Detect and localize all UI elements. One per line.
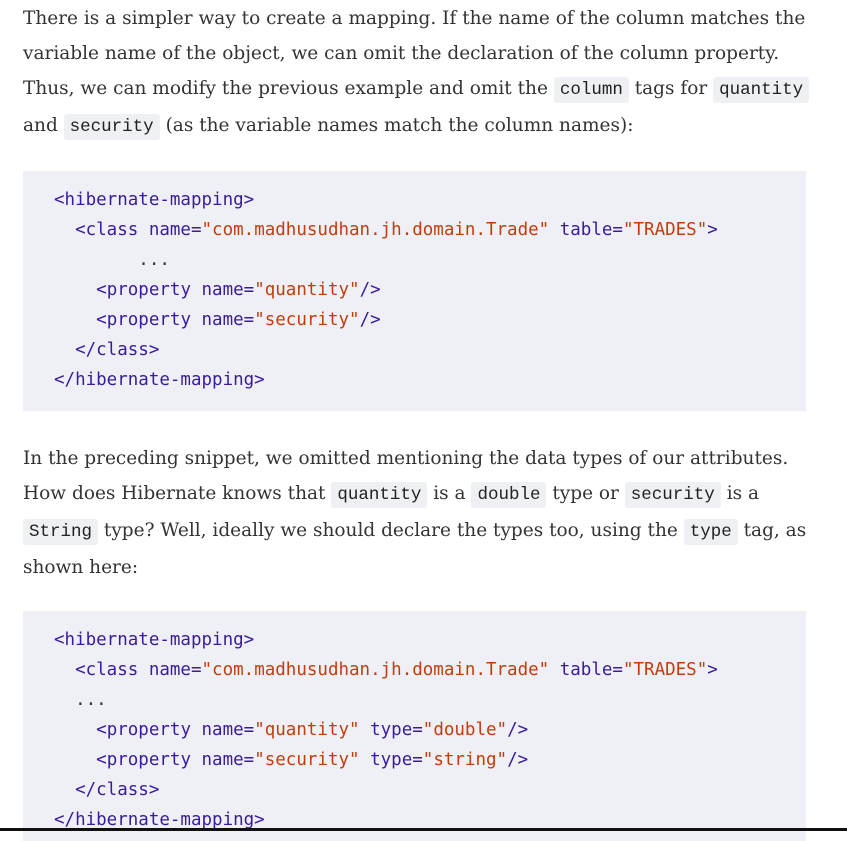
code-tag: <hibernate-mapping> xyxy=(54,630,255,650)
code-line: ... xyxy=(54,685,806,715)
code-line: <property name="quantity"/> xyxy=(54,275,806,305)
code-line: <property name="quantity" type="double"/… xyxy=(54,715,806,745)
code-string: "com.madhusudhan.jh.domain.Trade" xyxy=(201,220,550,240)
paragraph-text: tags for xyxy=(628,78,714,99)
inline-code: double xyxy=(471,482,547,508)
code-tag: <property name= xyxy=(96,720,255,740)
inline-code: security xyxy=(63,114,160,140)
code-line: <property name="security"/> xyxy=(54,305,806,335)
code-text: ... xyxy=(54,690,107,710)
code-tag: <property name= xyxy=(96,750,255,770)
code-string: "double" xyxy=(422,720,508,740)
paragraph-data-types: In the preceding snippet, we omitted men… xyxy=(23,441,823,585)
code-line: </class> xyxy=(54,775,806,805)
inline-code: quantity xyxy=(331,482,428,508)
inline-code: type xyxy=(683,519,738,545)
code-tag: <property name= xyxy=(96,280,255,300)
paragraph-simpler-mapping: There is a simpler way to create a mappi… xyxy=(23,1,823,145)
code-line: <hibernate-mapping> xyxy=(54,625,806,655)
code-tag: <class name= xyxy=(75,220,202,240)
paragraph-text: is a xyxy=(720,483,760,504)
inline-code: security xyxy=(624,482,721,508)
code-block-mapping-with-types: <hibernate-mapping> <class name="com.mad… xyxy=(23,611,806,841)
code-tag: type= xyxy=(359,750,423,770)
code-tag: </hibernate-mapping> xyxy=(54,370,265,390)
code-block-mapping-without-columns: <hibernate-mapping> <class name="com.mad… xyxy=(23,171,806,411)
code-tag: </class> xyxy=(75,340,160,360)
inline-code: column xyxy=(553,77,629,103)
paragraph-text: (as the variable names match the column … xyxy=(159,115,634,136)
code-line: <property name="security" type="string"/… xyxy=(54,745,806,775)
code-tag: <property name= xyxy=(96,310,255,330)
paragraph-text: and xyxy=(23,115,64,136)
code-tag: table= xyxy=(549,660,623,680)
code-line: <class name="com.madhusudhan.jh.domain.T… xyxy=(54,655,806,685)
code-line: </class> xyxy=(54,335,806,365)
code-tag: > xyxy=(707,220,718,240)
code-tag: </class> xyxy=(75,780,160,800)
code-string: "TRADES" xyxy=(622,660,708,680)
code-tag: > xyxy=(707,660,718,680)
code-tag: <hibernate-mapping> xyxy=(54,190,255,210)
code-string: "quantity" xyxy=(254,280,360,300)
code-line: </hibernate-mapping> xyxy=(54,365,806,395)
code-tag: /> xyxy=(507,750,529,770)
code-string: "com.madhusudhan.jh.domain.Trade" xyxy=(201,660,550,680)
code-string: "quantity" xyxy=(254,720,360,740)
code-tag: table= xyxy=(549,220,623,240)
paragraph-text: type? Well, ideally we should declare th… xyxy=(98,520,684,541)
paragraph-text: is a xyxy=(427,483,472,504)
code-string: "security" xyxy=(254,310,360,330)
code-text: ... xyxy=(54,250,170,270)
code-line: <hibernate-mapping> xyxy=(54,185,806,215)
code-tag: <class name= xyxy=(75,660,202,680)
code-string: "TRADES" xyxy=(622,220,708,240)
code-tag: </hibernate-mapping> xyxy=(54,810,265,830)
code-line: ... xyxy=(54,245,806,275)
code-string: "string" xyxy=(422,750,508,770)
code-tag: type= xyxy=(359,720,423,740)
code-tag: /> xyxy=(359,310,381,330)
code-string: "security" xyxy=(254,750,360,770)
paragraph-text: type or xyxy=(546,483,625,504)
code-tag: /> xyxy=(359,280,381,300)
inline-code: String xyxy=(23,519,99,545)
code-tag: /> xyxy=(507,720,529,740)
inline-code: quantity xyxy=(713,77,810,103)
code-line: <class name="com.madhusudhan.jh.domain.T… xyxy=(54,215,806,245)
